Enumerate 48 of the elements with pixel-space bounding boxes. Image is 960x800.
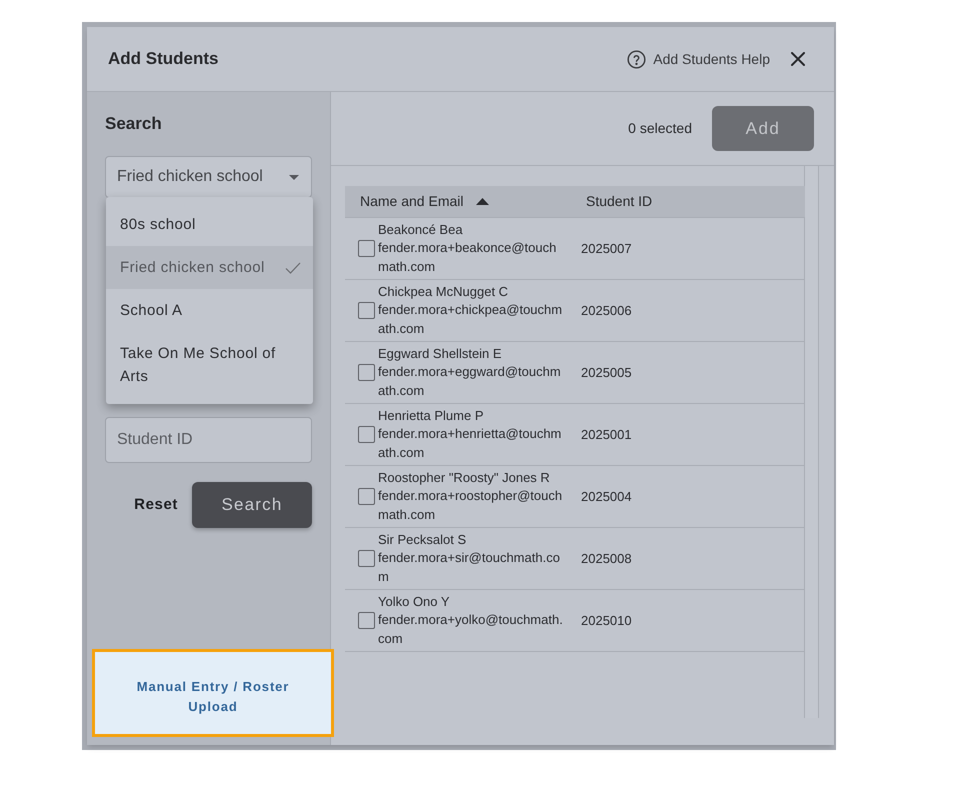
student-id-cell-text: 2025010	[581, 612, 632, 630]
student-id-cell-text: 2025005	[581, 364, 632, 382]
help-link[interactable]: Add Students Help	[627, 48, 770, 70]
student-name: Roostopher "Roosty" Jones R	[378, 468, 551, 487]
student-id-cell-text: 2025006	[581, 302, 632, 320]
selected-count: 0 selected	[628, 119, 692, 138]
search-button[interactable]: Search	[192, 482, 312, 528]
row-checkbox[interactable]	[358, 240, 375, 257]
help-icon	[627, 50, 646, 68]
row-checkbox[interactable]	[358, 612, 375, 629]
student-id-field[interactable]: Student ID	[105, 417, 312, 463]
student-id-cell-text: 2025008	[581, 550, 632, 568]
dropdown-option[interactable]: Fried chicken school	[106, 246, 313, 289]
check-icon	[285, 262, 301, 274]
dropdown-option[interactable]: School A	[106, 289, 313, 332]
dropdown-option[interactable]: Take On Me School of Arts	[106, 332, 313, 398]
student-email: fender.mora+eggward@touchmath.com	[378, 363, 562, 400]
row-checkbox[interactable]	[358, 364, 375, 381]
student-name: Beakoncé Bea	[378, 220, 464, 239]
close-icon	[791, 52, 805, 66]
student-email: fender.mora+henrietta@touchmath.com	[378, 425, 562, 462]
row-checkbox[interactable]	[358, 550, 375, 567]
student-name: Sir Pecksalot S	[378, 530, 468, 549]
student-email: fender.mora+roostopher@touchmath.com	[378, 487, 563, 524]
student-name: Chickpea McNugget C	[378, 282, 510, 301]
caret-icon	[289, 174, 299, 180]
school-select[interactable]: Fried chicken school	[105, 156, 312, 198]
student-id-cell-text: 2025001	[581, 426, 632, 444]
dropdown-option[interactable]: 80s school	[106, 203, 313, 246]
column-header[interactable]: Name and Email	[345, 191, 586, 212]
reset-button[interactable]: Reset	[134, 494, 178, 516]
student-name: Yolko Ono Y	[378, 592, 451, 611]
close-button[interactable]	[790, 51, 806, 67]
student-email: fender.mora+sir@touchmath.com	[378, 549, 561, 586]
student-name: Eggward Shellstein E	[378, 344, 503, 363]
student-email: fender.mora+beakonce@touchmath.com	[378, 239, 558, 276]
column-header[interactable]: Student ID	[586, 191, 805, 212]
student-email: fender.mora+yolko@touchmath.com	[378, 611, 563, 648]
row-checkbox[interactable]	[358, 426, 375, 443]
row-checkbox[interactable]	[358, 302, 375, 319]
student-id-cell-text: 2025007	[581, 240, 632, 258]
student-name: Henrietta Plume P	[378, 406, 484, 425]
row-checkbox[interactable]	[358, 488, 375, 505]
student-email: fender.mora+chickpea@touchmath.com	[378, 301, 563, 338]
manual-entry-link[interactable]: Manual Entry / Roster Upload	[92, 649, 334, 737]
dialog-title: Add Students	[108, 48, 218, 70]
search-heading: Search	[105, 113, 163, 135]
student-id-cell-text: 2025004	[581, 488, 632, 506]
